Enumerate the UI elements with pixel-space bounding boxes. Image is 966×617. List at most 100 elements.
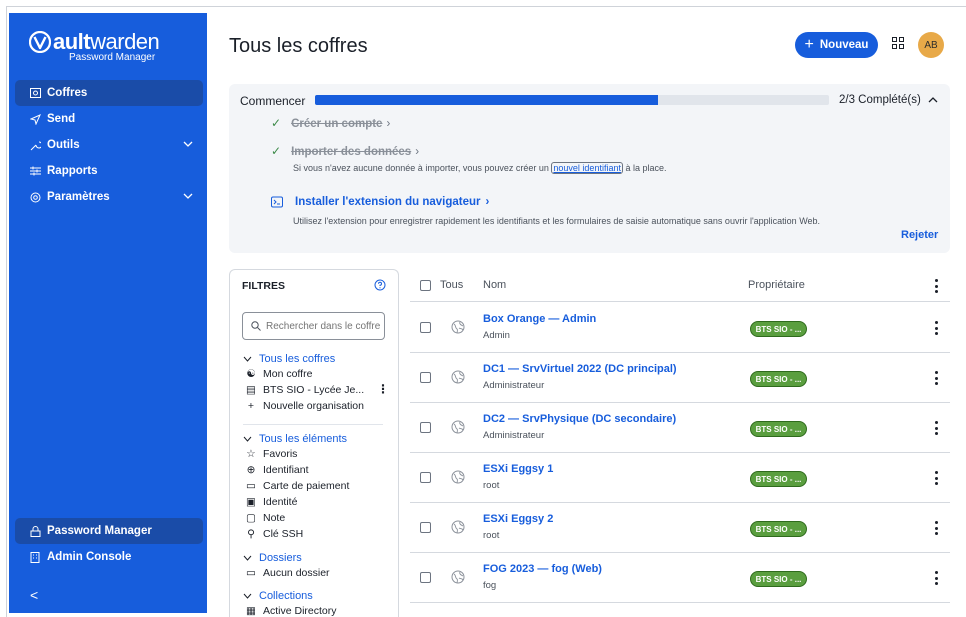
- filter-item-new-organization[interactable]: + Nouvelle organisation: [245, 400, 364, 412]
- table-row[interactable]: ESXi Eggsy 1 root BTS SIO - ...: [410, 453, 950, 503]
- step-import-data[interactable]: ✓ Importer des données ›: [271, 144, 419, 158]
- sidebar-item-send[interactable]: Send: [15, 106, 203, 132]
- product-switcher-icon[interactable]: [892, 37, 904, 49]
- sidebar-item-password-manager[interactable]: Password Manager: [15, 518, 203, 544]
- filter-item-identity[interactable]: ▣ Identité: [245, 496, 297, 508]
- collection-icon: ▦: [246, 605, 256, 617]
- vault-icon: [29, 87, 41, 99]
- row-checkbox[interactable]: [420, 372, 431, 383]
- page-title: Tous les coffres: [229, 35, 368, 57]
- filter-item-my-vault[interactable]: ☯ Mon coffre: [245, 368, 312, 380]
- chevron-down-icon: [243, 593, 252, 599]
- item-username: Administrateur: [483, 380, 545, 391]
- new-item-button[interactable]: + Nouveau: [795, 32, 878, 58]
- column-owner[interactable]: Propriétaire: [748, 279, 805, 291]
- filter-item-favorites[interactable]: ☆ Favoris: [245, 448, 297, 460]
- row-options-icon[interactable]: [934, 571, 938, 585]
- sidebar-item-admin-console[interactable]: Admin Console: [15, 544, 203, 570]
- row-options-icon[interactable]: [934, 471, 938, 485]
- organization-options-icon[interactable]: ⋮: [377, 382, 389, 396]
- search-input[interactable]: [266, 320, 384, 332]
- row-options-icon[interactable]: [934, 321, 938, 335]
- table-row[interactable]: FOG 2023 — fog (Web) fog BTS SIO - ...: [410, 553, 950, 603]
- row-checkbox[interactable]: [420, 322, 431, 333]
- globe-icon: [451, 470, 465, 484]
- filter-group-items[interactable]: Tous les éléments: [243, 433, 347, 445]
- filter-item-organization[interactable]: ▤ BTS SIO - Lycée Je...: [245, 384, 364, 396]
- avatar[interactable]: AB: [918, 32, 944, 58]
- item-name-link[interactable]: DC1 — SrvVirtuel 2022 (DC principal): [483, 363, 677, 375]
- table-row[interactable]: DC2 — SrvPhysique (DC secondaire) Adminis…: [410, 403, 950, 453]
- extension-note: Utilisez l'extension pour enregistrer ra…: [293, 216, 821, 226]
- filter-item-ssh-key[interactable]: ⚲ Clé SSH: [245, 528, 303, 540]
- dismiss-button[interactable]: Rejeter: [901, 229, 938, 241]
- check-icon: ✓: [271, 116, 282, 130]
- sidebar-item-rapports[interactable]: Rapports: [15, 158, 203, 184]
- collapse-sidebar-button[interactable]: <: [30, 587, 38, 603]
- sidebar-item-label: Paramètres: [47, 191, 110, 203]
- row-checkbox[interactable]: [420, 572, 431, 583]
- chevron-up-icon[interactable]: [928, 96, 938, 104]
- plus-icon: +: [804, 36, 814, 53]
- sidebar-nav: Coffres Send Outils Rapports Paramètres: [9, 80, 207, 210]
- browser-extension-icon: [271, 196, 283, 208]
- row-options-icon[interactable]: [934, 371, 938, 385]
- row-options-icon[interactable]: [934, 521, 938, 535]
- table-options-icon[interactable]: [934, 279, 938, 293]
- row-checkbox[interactable]: [420, 472, 431, 483]
- filter-item-card[interactable]: ▭ Carte de paiement: [245, 480, 349, 492]
- item-name-link[interactable]: DC2 — SrvPhysique (DC secondaire): [483, 413, 676, 425]
- row-checkbox[interactable]: [420, 522, 431, 533]
- chevron-down-icon: [183, 141, 193, 147]
- column-all[interactable]: Tous: [440, 279, 463, 291]
- help-icon[interactable]: [374, 279, 386, 291]
- filter-item-note[interactable]: ▢ Note: [245, 512, 285, 524]
- search-box[interactable]: [242, 312, 385, 340]
- lock-icon: [29, 525, 41, 537]
- table-row[interactable]: DC1 — SrvVirtuel 2022 (DC principal) Admi…: [410, 353, 950, 403]
- credit-card-icon: ▭: [246, 480, 256, 492]
- table-row[interactable]: Box Orange — Admin Admin BTS SIO - ...: [410, 303, 950, 353]
- column-name[interactable]: Nom: [483, 279, 506, 291]
- sidebar-item-label: Coffres: [47, 87, 88, 99]
- filter-group-collections[interactable]: Collections: [243, 590, 313, 602]
- step-create-account[interactable]: ✓ Créer un compte ›: [271, 116, 390, 130]
- filter-item-collection[interactable]: ▦ Active Directory: [245, 605, 336, 617]
- chevron-down-icon: [243, 436, 252, 442]
- install-extension-step[interactable]: Installer l'extension du navigateur ›: [271, 196, 489, 208]
- item-username: root: [483, 530, 500, 541]
- item-username: Administrateur: [483, 430, 545, 441]
- sidebar-item-label: Send: [47, 113, 76, 125]
- chevron-down-icon: [243, 555, 252, 561]
- item-name-link[interactable]: FOG 2023 — fog (Web): [483, 563, 602, 575]
- new-login-link[interactable]: nouvel identifiant: [551, 162, 623, 174]
- sidebar-item-outils[interactable]: Outils: [15, 132, 203, 158]
- table-row[interactable]: ESXi Eggsy 2 root BTS SIO - ...: [410, 503, 950, 553]
- filters-title: FILTRES: [242, 280, 285, 292]
- item-name-link[interactable]: ESXi Eggsy 1: [483, 463, 553, 475]
- folder-icon: ▭: [246, 567, 256, 579]
- sidebar-item-coffres[interactable]: Coffres: [15, 80, 203, 106]
- item-name-link[interactable]: ESXi Eggsy 2: [483, 513, 553, 525]
- select-all-checkbox[interactable]: [420, 280, 431, 291]
- getting-started-panel: Commencer 2/3 Complété(s) ✓ Créer un comp…: [229, 84, 950, 253]
- divider: [243, 424, 383, 425]
- row-options-icon[interactable]: [934, 421, 938, 435]
- row-checkbox[interactable]: [420, 422, 431, 433]
- sidebar-item-label: Password Manager: [47, 525, 152, 537]
- search-icon: [251, 321, 261, 331]
- filter-item-login[interactable]: ⊕ Identifiant: [245, 464, 309, 476]
- vaultwarden-logo[interactable]: aultwarden Password Manager: [29, 31, 160, 71]
- chevron-right-icon: ›: [485, 196, 490, 208]
- sidebar-item-parametres[interactable]: Paramètres: [15, 184, 203, 210]
- filter-group-folders[interactable]: Dossiers: [243, 552, 302, 564]
- sidebar-item-label: Rapports: [47, 165, 98, 177]
- filter-group-vaults[interactable]: Tous les coffres: [243, 353, 335, 365]
- progress-fill: [315, 95, 658, 105]
- globe-icon: [451, 520, 465, 534]
- item-name-link[interactable]: Box Orange — Admin: [483, 313, 596, 325]
- plus-icon: +: [247, 400, 255, 412]
- sidebar: aultwarden Password Manager Coffres Send…: [9, 13, 207, 613]
- import-note: Si vous n'avez aucune donnée à importer,…: [293, 162, 667, 174]
- filter-item-no-folder[interactable]: ▭ Aucun dossier: [245, 567, 330, 579]
